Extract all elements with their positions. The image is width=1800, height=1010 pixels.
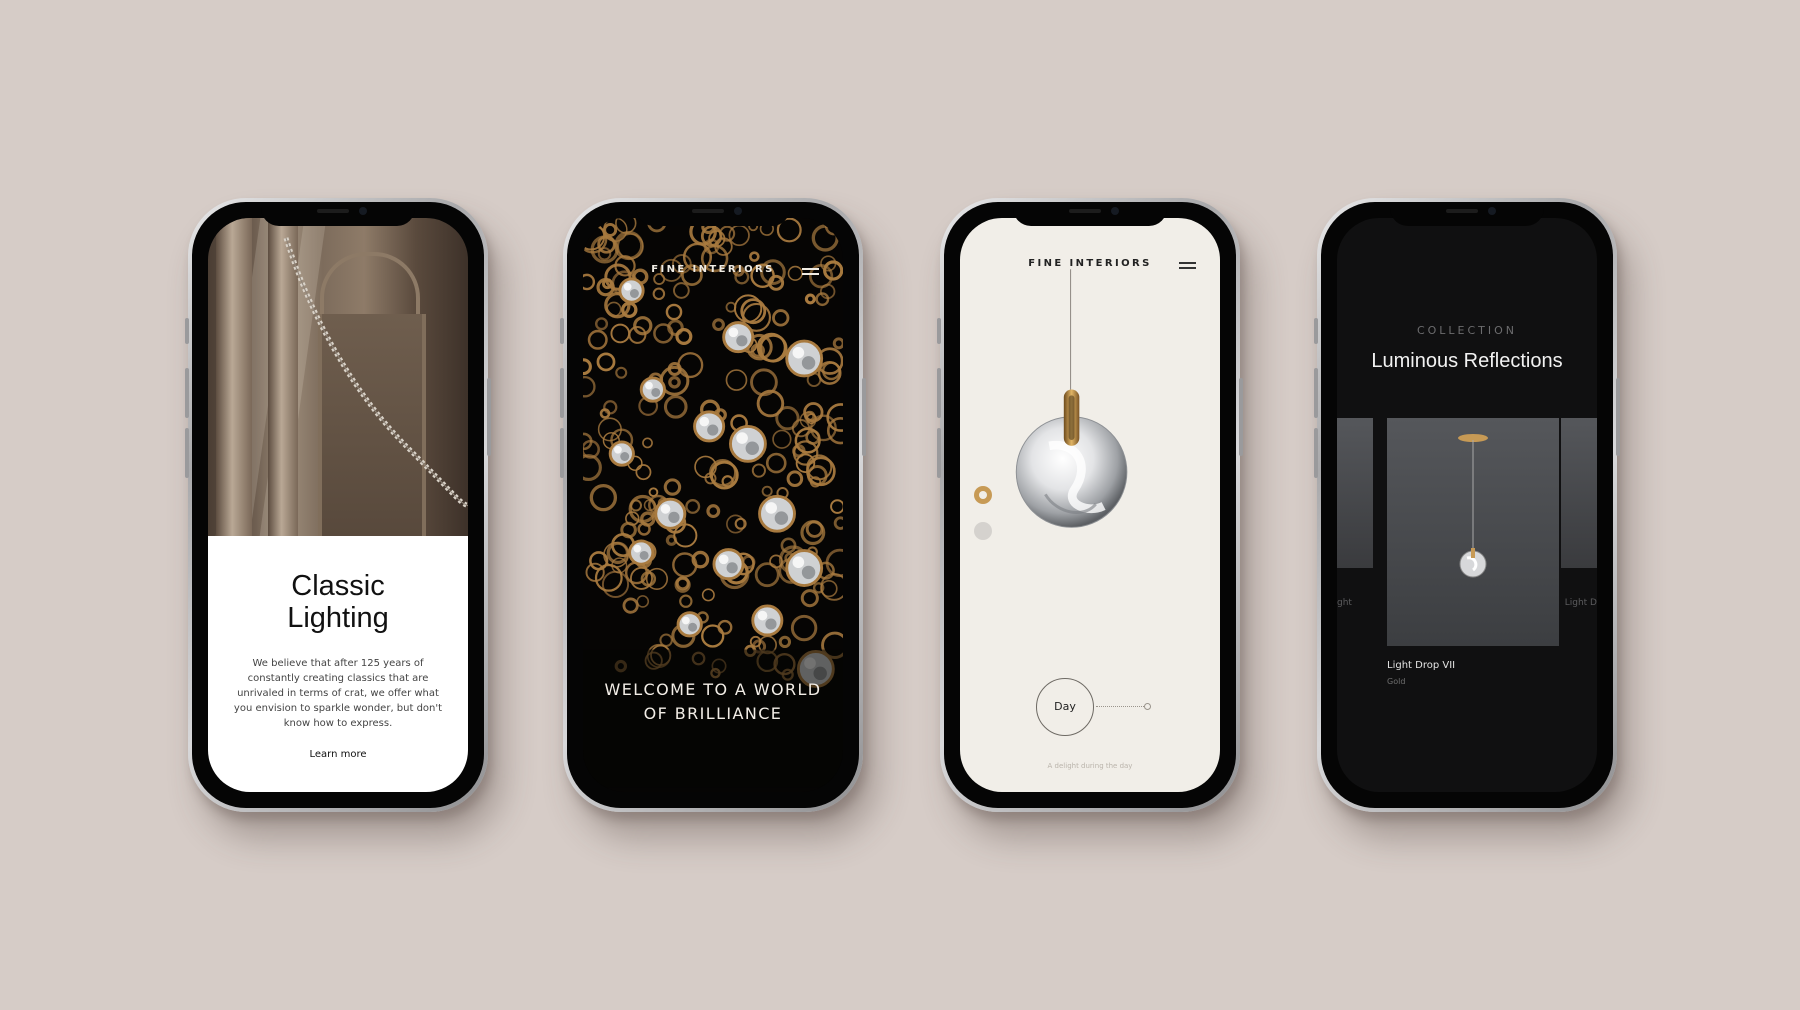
carousel-prev-card[interactable]	[1337, 418, 1373, 568]
collection-title: Luminous Reflections	[1371, 350, 1563, 372]
pendant-drop-icon	[1458, 434, 1488, 578]
collection-kicker: COLLECTION	[1416, 324, 1518, 337]
headline-line-1: WELCOME TO A WORLD	[604, 680, 822, 699]
volume-down-button	[937, 428, 941, 478]
title-line-2: Lighting	[287, 602, 389, 634]
power-button	[1239, 378, 1243, 456]
mode-caption: A delight during the day	[1047, 762, 1133, 770]
header: FINE INTERIORS	[960, 258, 1220, 278]
title-line-1: Classic	[291, 570, 385, 602]
power-button	[1616, 378, 1620, 456]
intro-paragraph: We believe that after 125 years of const…	[233, 658, 443, 729]
phone-notch	[261, 202, 415, 226]
carousel-next-card[interactable]	[1561, 418, 1597, 568]
screen-classic-lighting: Classic Lighting We believe that after 1…	[208, 218, 468, 792]
product-card[interactable]	[1387, 418, 1559, 646]
finish-swatch-gold[interactable]	[974, 486, 992, 504]
carousel-prev-label: ght	[1337, 598, 1352, 608]
page-title: Classic Lighting	[208, 570, 468, 634]
mode-slider-end[interactable]	[1144, 703, 1151, 710]
power-button	[487, 378, 491, 456]
phone-mockup-welcome: FINE INTERIORS WELCOME TO A WORLD OF BRI…	[560, 198, 866, 812]
screen-pendant-light: FINE INTERIORS Day A delight during the …	[960, 218, 1220, 792]
phone-mockup-pendant-light: FINE INTERIORS Day A delight during the …	[937, 198, 1243, 812]
hamburger-menu-icon[interactable]	[1179, 262, 1196, 270]
screen-welcome: FINE INTERIORS WELCOME TO A WORLD OF BRI…	[583, 218, 843, 792]
hamburger-menu-icon[interactable]	[802, 268, 819, 276]
phone-mockup-collection: COLLECTION Luminous Reflections ght Ligh…	[1314, 198, 1620, 812]
crystal-chain-illustration	[283, 237, 468, 509]
volume-down-button	[1314, 428, 1318, 478]
phone-bezel: Classic Lighting We believe that after 1…	[192, 202, 484, 808]
mute-switch	[185, 318, 189, 344]
volume-up-button	[185, 368, 189, 418]
phone-bezel: COLLECTION Luminous Reflections ght Ligh…	[1321, 202, 1613, 808]
screen-collection: COLLECTION Luminous Reflections ght Ligh…	[1337, 218, 1597, 792]
carousel-next-label: Light D	[1564, 598, 1597, 608]
mute-switch	[1314, 318, 1318, 344]
power-button	[862, 378, 866, 456]
finish-swatch-silver[interactable]	[974, 522, 992, 540]
content-panel: Classic Lighting We believe that after 1…	[208, 536, 468, 792]
phone-notch	[636, 202, 790, 226]
volume-up-button	[1314, 368, 1318, 418]
phone-notch	[1390, 202, 1544, 226]
product-finish: Gold	[1387, 677, 1406, 686]
hero-photo-interior-chandelier	[208, 218, 468, 536]
mode-slider-track[interactable]	[1096, 706, 1144, 707]
day-mode-toggle[interactable]: Day	[1036, 678, 1094, 736]
volume-up-button	[937, 368, 941, 418]
mute-switch	[937, 318, 941, 344]
phone-notch	[1013, 202, 1167, 226]
volume-down-button	[185, 428, 189, 478]
volume-up-button	[560, 368, 564, 418]
welcome-headline: WELCOME TO A WORLD OF BRILLIANCE	[583, 678, 843, 726]
volume-down-button	[560, 428, 564, 478]
header: FINE INTERIORS	[583, 264, 843, 284]
phone-mockup-classic-lighting: Classic Lighting We believe that after 1…	[185, 198, 491, 812]
product-name[interactable]: Light Drop VII	[1387, 660, 1455, 671]
learn-more-link[interactable]: Learn more	[309, 749, 366, 760]
mute-switch	[560, 318, 564, 344]
phone-bezel: FINE INTERIORS Day A delight during the …	[944, 202, 1236, 808]
phone-bezel: FINE INTERIORS WELCOME TO A WORLD OF BRI…	[567, 202, 859, 808]
headline-line-2: OF BRILLIANCE	[643, 704, 783, 723]
